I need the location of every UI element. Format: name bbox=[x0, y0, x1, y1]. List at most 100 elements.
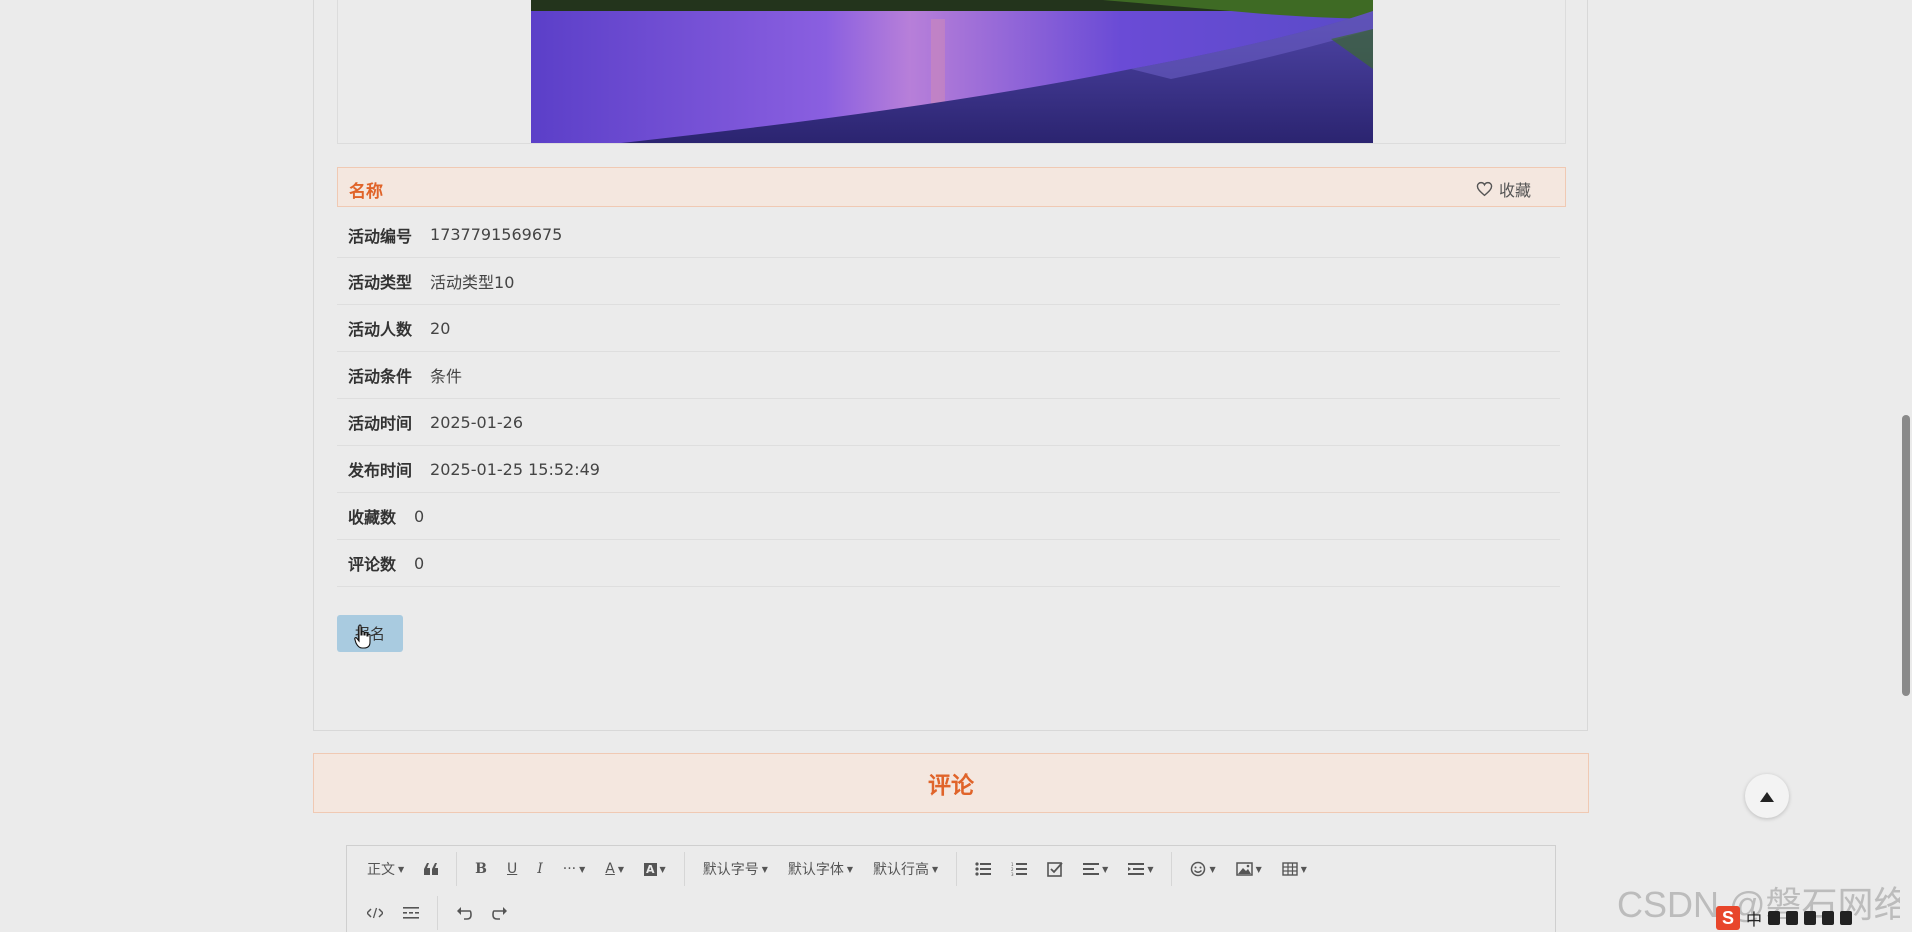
toolbar-divider bbox=[956, 852, 958, 886]
redo-icon bbox=[492, 906, 508, 920]
align-left-icon bbox=[1083, 863, 1100, 875]
background-color-icon: A bbox=[644, 862, 657, 876]
code-button[interactable] bbox=[357, 893, 393, 932]
numbered-list-button[interactable]: 123 bbox=[1001, 849, 1037, 889]
info-label: 活动类型 bbox=[348, 273, 413, 292]
bold-button[interactable]: B bbox=[465, 849, 497, 889]
punctuation-icon[interactable] bbox=[1768, 911, 1781, 925]
line-height-label: 默认行高 bbox=[873, 862, 930, 878]
info-value: 活动类型10 bbox=[430, 273, 515, 292]
font-family-dropdown[interactable]: 默认字体 ▼ bbox=[778, 849, 863, 889]
numbered-list-icon: 123 bbox=[1011, 862, 1028, 876]
back-to-top-button[interactable] bbox=[1745, 774, 1789, 818]
keyboard-icon[interactable] bbox=[1804, 911, 1817, 925]
info-row-activity-time: 活动时间 2025-01-26 bbox=[337, 399, 1560, 446]
editor-toolbar-row-2 bbox=[357, 893, 518, 932]
scrollbar-thumb[interactable] bbox=[1902, 415, 1910, 696]
sogou-ime-logo[interactable]: S bbox=[1716, 906, 1740, 930]
more-icon: ··· bbox=[562, 861, 577, 877]
font-color-icon: A bbox=[605, 861, 615, 877]
comments-header: 评论 bbox=[313, 753, 1589, 813]
favorite-label: 收藏 bbox=[1498, 181, 1531, 200]
blockquote-button[interactable] bbox=[414, 849, 448, 889]
caret-down-icon: ▼ bbox=[579, 864, 586, 874]
vertical-scrollbar[interactable] bbox=[1900, 0, 1912, 932]
font-size-dropdown[interactable]: 默认字号 ▼ bbox=[693, 849, 778, 889]
toolbar-divider bbox=[456, 852, 458, 886]
background-color-dropdown[interactable]: A ▼ bbox=[634, 849, 676, 889]
emoji-dropdown[interactable]: ▼ bbox=[1180, 849, 1225, 889]
redo-button[interactable] bbox=[482, 893, 518, 932]
caret-down-icon: ▼ bbox=[761, 864, 768, 874]
info-value: 20 bbox=[430, 318, 451, 338]
checkbox-icon bbox=[1047, 861, 1063, 877]
bulleted-list-button[interactable] bbox=[965, 849, 1001, 889]
info-label: 活动人数 bbox=[348, 320, 413, 339]
info-row-conditions: 活动条件 条件 bbox=[337, 352, 1560, 399]
font-family-label: 默认字体 bbox=[787, 862, 844, 878]
bulleted-list-icon bbox=[975, 862, 992, 876]
divider-button[interactable] bbox=[393, 893, 429, 932]
caret-down-icon: ▼ bbox=[617, 864, 625, 874]
indent-dropdown[interactable]: ▼ bbox=[1118, 849, 1163, 889]
todo-list-button[interactable] bbox=[1037, 849, 1073, 889]
caret-down-icon: ▼ bbox=[932, 864, 939, 874]
activity-info-list: 活动编号 1737791569675 活动类型 活动类型10 活动人数 20 活… bbox=[337, 212, 1560, 587]
caret-down-icon: ▼ bbox=[1255, 864, 1262, 874]
hand-cursor-icon bbox=[354, 624, 372, 650]
toolbox-icon[interactable] bbox=[1840, 911, 1853, 925]
emoji-icon bbox=[1190, 861, 1206, 877]
image-dropdown[interactable]: ▼ bbox=[1226, 849, 1272, 889]
italic-icon: I bbox=[537, 861, 543, 877]
activity-image bbox=[531, 0, 1373, 143]
font-size-label: 默认字号 bbox=[702, 862, 759, 878]
caret-down-icon: ▼ bbox=[1300, 864, 1307, 874]
undo-button[interactable] bbox=[446, 893, 482, 932]
info-value: 0 bbox=[414, 506, 425, 526]
ime-mode-indicator[interactable]: 中 bbox=[1746, 906, 1762, 930]
caret-down-icon: ▼ bbox=[1102, 864, 1109, 874]
line-height-dropdown[interactable]: 默认行高 ▼ bbox=[863, 849, 948, 889]
info-label: 收藏数 bbox=[348, 508, 397, 527]
image-icon bbox=[1235, 862, 1253, 876]
info-value: 2025-01-25 15:52:49 bbox=[430, 459, 600, 479]
indent-icon bbox=[1128, 863, 1145, 875]
underline-button[interactable]: U bbox=[497, 849, 527, 889]
align-dropdown[interactable]: ▼ bbox=[1073, 849, 1118, 889]
info-row-activity-type: 活动类型 活动类型10 bbox=[337, 258, 1560, 305]
heart-icon bbox=[1476, 181, 1493, 197]
paragraph-format-label: 正文 bbox=[367, 862, 395, 878]
toolbar-divider bbox=[683, 852, 685, 886]
info-row-comment-count: 评论数 0 bbox=[337, 540, 1560, 587]
info-label: 发布时间 bbox=[348, 461, 413, 480]
italic-button[interactable]: I bbox=[527, 849, 553, 889]
caret-down-icon: ▼ bbox=[846, 864, 854, 874]
paragraph-format-dropdown[interactable]: 正文 ▼ bbox=[357, 849, 414, 889]
rich-text-editor[interactable]: 正文 ▼ B U I ··· ▼ A ▼ A ▼ 默认字号 ▼ 默认字体 ▼ 默… bbox=[346, 845, 1556, 932]
quote-icon bbox=[424, 863, 439, 875]
caret-down-icon: ▼ bbox=[398, 864, 405, 874]
table-dropdown[interactable]: ▼ bbox=[1272, 849, 1317, 889]
info-value: 0 bbox=[414, 553, 425, 573]
caret-down-icon: ▼ bbox=[1209, 864, 1216, 874]
more-styles-dropdown[interactable]: ··· ▼ bbox=[553, 849, 596, 889]
toolbar-divider bbox=[1171, 852, 1173, 886]
skin-icon[interactable] bbox=[1822, 911, 1835, 925]
system-tray: S 中 bbox=[1716, 904, 1906, 932]
microphone-icon[interactable] bbox=[1786, 911, 1799, 925]
font-color-dropdown[interactable]: A ▼ bbox=[595, 849, 634, 889]
bold-icon: B bbox=[475, 861, 487, 877]
code-icon bbox=[367, 907, 383, 919]
caret-down-icon: ▼ bbox=[659, 864, 666, 874]
triangle-up-icon bbox=[1760, 787, 1774, 806]
info-row-publish-time: 发布时间 2025-01-25 15:52:49 bbox=[337, 446, 1560, 493]
underline-icon: U bbox=[507, 861, 518, 877]
undo-icon bbox=[456, 906, 472, 920]
favorite-button[interactable]: 收藏 bbox=[1476, 177, 1531, 201]
image-frame bbox=[337, 0, 1566, 144]
info-label: 评论数 bbox=[348, 555, 397, 574]
toolbar-divider bbox=[437, 896, 438, 930]
detail-title-bar: 名称 收藏 bbox=[337, 167, 1566, 207]
page: 名称 收藏 活动编号 1737791569675 活动类型 活动类型10 活动人… bbox=[0, 0, 1912, 932]
horizontal-rule-icon bbox=[403, 907, 419, 919]
